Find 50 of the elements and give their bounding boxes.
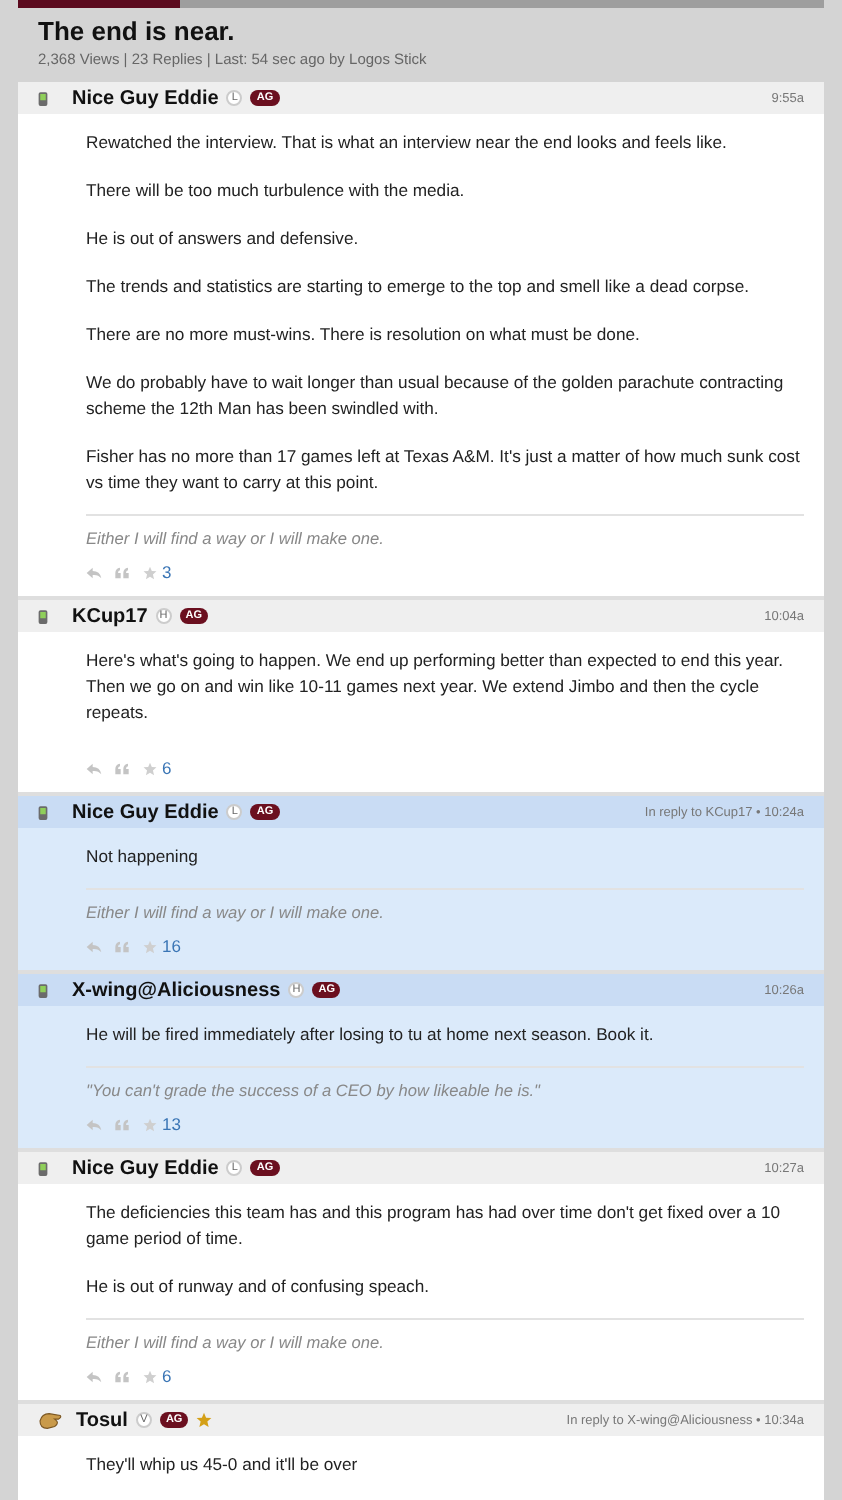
signature: "You can't grade the success of a CEO by how likeable he is." xyxy=(86,1066,804,1104)
star-count[interactable]: 3 xyxy=(162,562,172,582)
reply-icon[interactable] xyxy=(86,939,102,953)
post-text: They'll whip us 45-0 and it'll be over xyxy=(86,1452,360,1478)
thread-title: The end is near. xyxy=(38,16,237,46)
phone-icon xyxy=(38,607,48,625)
post-text: We do probably have to wait longer than usual because of the golden parachute contracting scheme the 12th Man has been swindled with. xyxy=(86,370,786,422)
star-icon[interactable] xyxy=(142,565,158,579)
signature: Either I will find a way or I will make one. xyxy=(86,1318,804,1356)
star-icon[interactable] xyxy=(142,761,158,775)
quote-icon[interactable] xyxy=(114,565,130,579)
reply-icon[interactable] xyxy=(86,1369,102,1383)
author-name[interactable]: Nice Guy Eddie xyxy=(72,801,219,823)
author-name[interactable]: Nice Guy Eddie xyxy=(72,87,219,109)
reply-icon[interactable] xyxy=(86,565,102,579)
post-text: Not happening xyxy=(86,844,200,870)
post-text: There are no more must-wins. There is resolution on what must be done. xyxy=(86,322,642,348)
avatar-icon xyxy=(38,1409,64,1431)
star-icon[interactable] xyxy=(142,1117,158,1131)
quote-icon[interactable] xyxy=(114,939,130,953)
phone-icon xyxy=(38,803,48,821)
reply-icon[interactable] xyxy=(86,1117,102,1131)
post-text: He will be fired immediately after losing to tu at home next season. Book it. xyxy=(86,1022,656,1048)
author-name[interactable]: KCup17 xyxy=(72,605,148,627)
reply-icon[interactable] xyxy=(86,761,102,775)
star-count[interactable]: 6 xyxy=(162,758,172,778)
phone-icon xyxy=(38,89,48,107)
star-count[interactable]: 16 xyxy=(162,936,181,956)
post-text: The deficiencies this team has and this program has had over time don't get fixed over a 10 game period of time. xyxy=(86,1200,783,1252)
star-count[interactable]: 6 xyxy=(162,1366,172,1386)
star-icon[interactable] xyxy=(142,1369,158,1383)
quote-icon[interactable] xyxy=(114,761,130,775)
author-name[interactable]: Tosul xyxy=(76,1409,128,1431)
post-text: The trends and statistics are starting to emerge to the top and smell like a dead corpse. xyxy=(86,274,752,300)
post-text: He is out of runway and of confusing speach. xyxy=(86,1274,432,1300)
post-text: Rewatched the interview. That is what an interview near the end looks and feels like. xyxy=(86,130,729,156)
star-icon[interactable] xyxy=(142,939,158,953)
signature: Either I will find a way or I will make one. xyxy=(86,514,804,552)
quote-icon[interactable] xyxy=(114,1369,130,1383)
phone-icon xyxy=(38,1159,48,1177)
post-text: He is out of answers and defensive. xyxy=(86,226,361,252)
post-text: There will be too much turbulence with the media. xyxy=(86,178,467,204)
post-text: Here's what's going to happen. We end up performing better than expected to end this year. Then we go on and win like 10-11 games next year. We extend Jimbo and then the cycle repeats. xyxy=(86,648,786,726)
signature: Either I will find a way or I will make one. xyxy=(86,888,804,926)
post-text: Fisher has no more than 17 games left at Texas A&M. It's just a matter of how much sunk cost vs time they want to carry at this point. xyxy=(86,444,802,496)
author-name[interactable]: Nice Guy Eddie xyxy=(72,1157,219,1179)
star-count[interactable]: 13 xyxy=(162,1114,181,1134)
phone-icon xyxy=(38,981,48,999)
quote-icon[interactable] xyxy=(114,1117,130,1131)
author-name[interactable]: X-wing@Aliciousness xyxy=(72,979,281,1001)
